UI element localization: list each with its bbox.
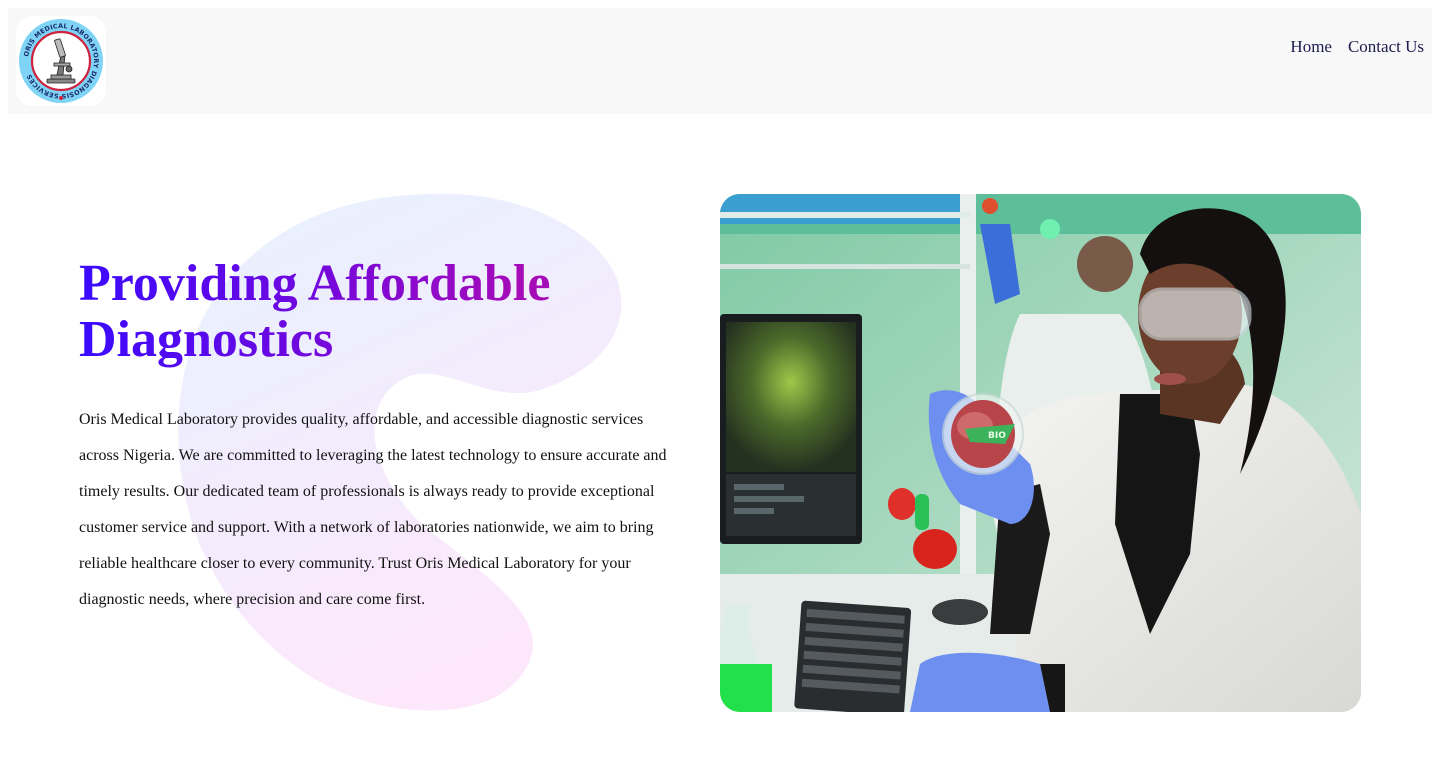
hero-title: Providing Affordable Diagnostics [79, 256, 669, 368]
svg-text:BIO: BIO [988, 431, 1006, 441]
nav-home-link[interactable]: Home [1290, 37, 1332, 57]
hero-text: Providing Affordable Diagnostics Oris Me… [79, 256, 669, 618]
main-nav: Home Contact Us [1290, 37, 1424, 57]
site-header: ORIS MEDICAL LABORATORY DIAGNOSIS SERVIC… [8, 8, 1432, 114]
logo[interactable]: ORIS MEDICAL LABORATORY DIAGNOSIS SERVIC… [16, 16, 106, 106]
lab-scientist-photo: BIO [720, 194, 1361, 712]
microscope-icon: ORIS MEDICAL LABORATORY DIAGNOSIS SERVIC… [19, 19, 103, 103]
hero-description: Oris Medical Laboratory provides quality… [79, 411, 667, 608]
nav-contact-us-link[interactable]: Contact Us [1348, 37, 1424, 57]
